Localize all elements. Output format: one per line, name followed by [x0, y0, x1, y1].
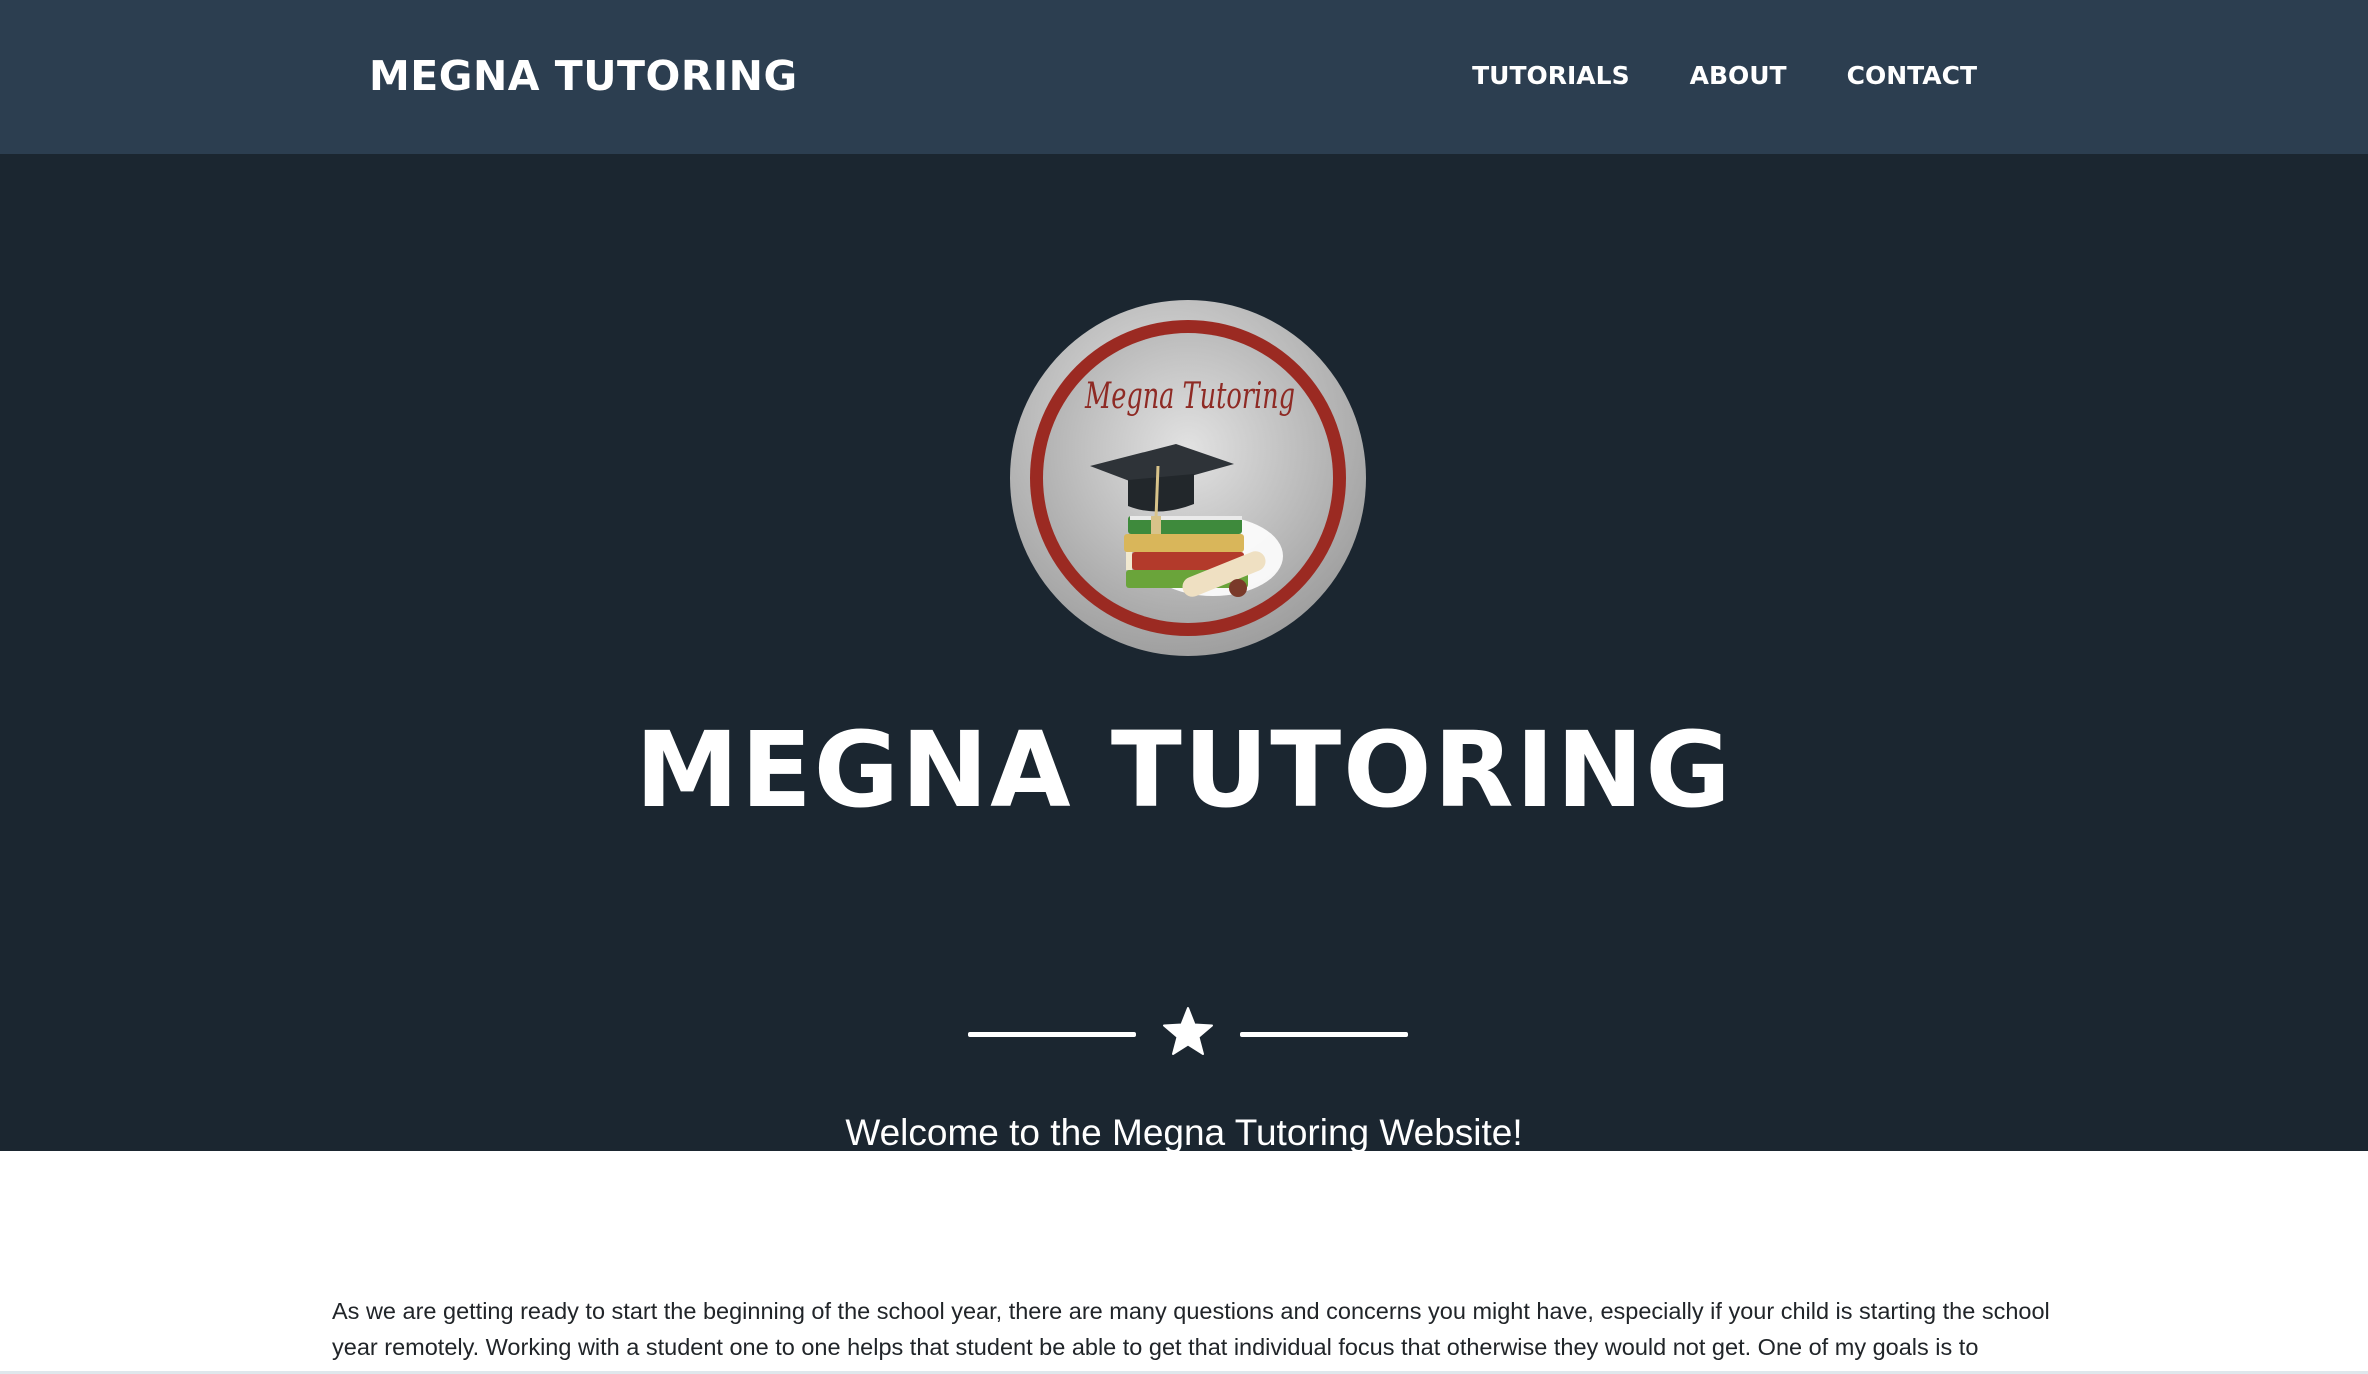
brand-link[interactable]: MEGNA TUTORING — [369, 50, 798, 102]
masthead: Megna Tutoring MEGNA TUTORING Welcome to… — [0, 154, 2368, 1153]
divider-line-right — [1240, 1032, 1408, 1037]
title-divider — [968, 1006, 1408, 1062]
nav-link-tutorials[interactable]: TUTORIALS — [1442, 58, 1660, 94]
masthead-title: MEGNA TUTORING — [635, 709, 1733, 831]
megna-tutoring-logo: Megna Tutoring — [1010, 300, 1366, 656]
intro-paragraph: As we are getting ready to start the beg… — [332, 1298, 2050, 1360]
top-navbar: MEGNA TUTORING TUTORIALS ABOUT CONTACT — [0, 0, 2368, 154]
nav-links: TUTORIALS ABOUT CONTACT — [1442, 58, 1977, 94]
logo-lettering: Megna Tutoring — [1084, 376, 1295, 417]
nav-link-about[interactable]: ABOUT — [1660, 58, 1817, 94]
masthead-subtitle: Welcome to the Megna Tutoring Website! — [845, 1112, 1523, 1153]
nav-link-contact[interactable]: CONTACT — [1817, 58, 1977, 94]
intro-section: As we are getting ready to start the beg… — [332, 1293, 2052, 1365]
star-icon — [1163, 1007, 1213, 1055]
divider-line-left — [968, 1032, 1136, 1037]
